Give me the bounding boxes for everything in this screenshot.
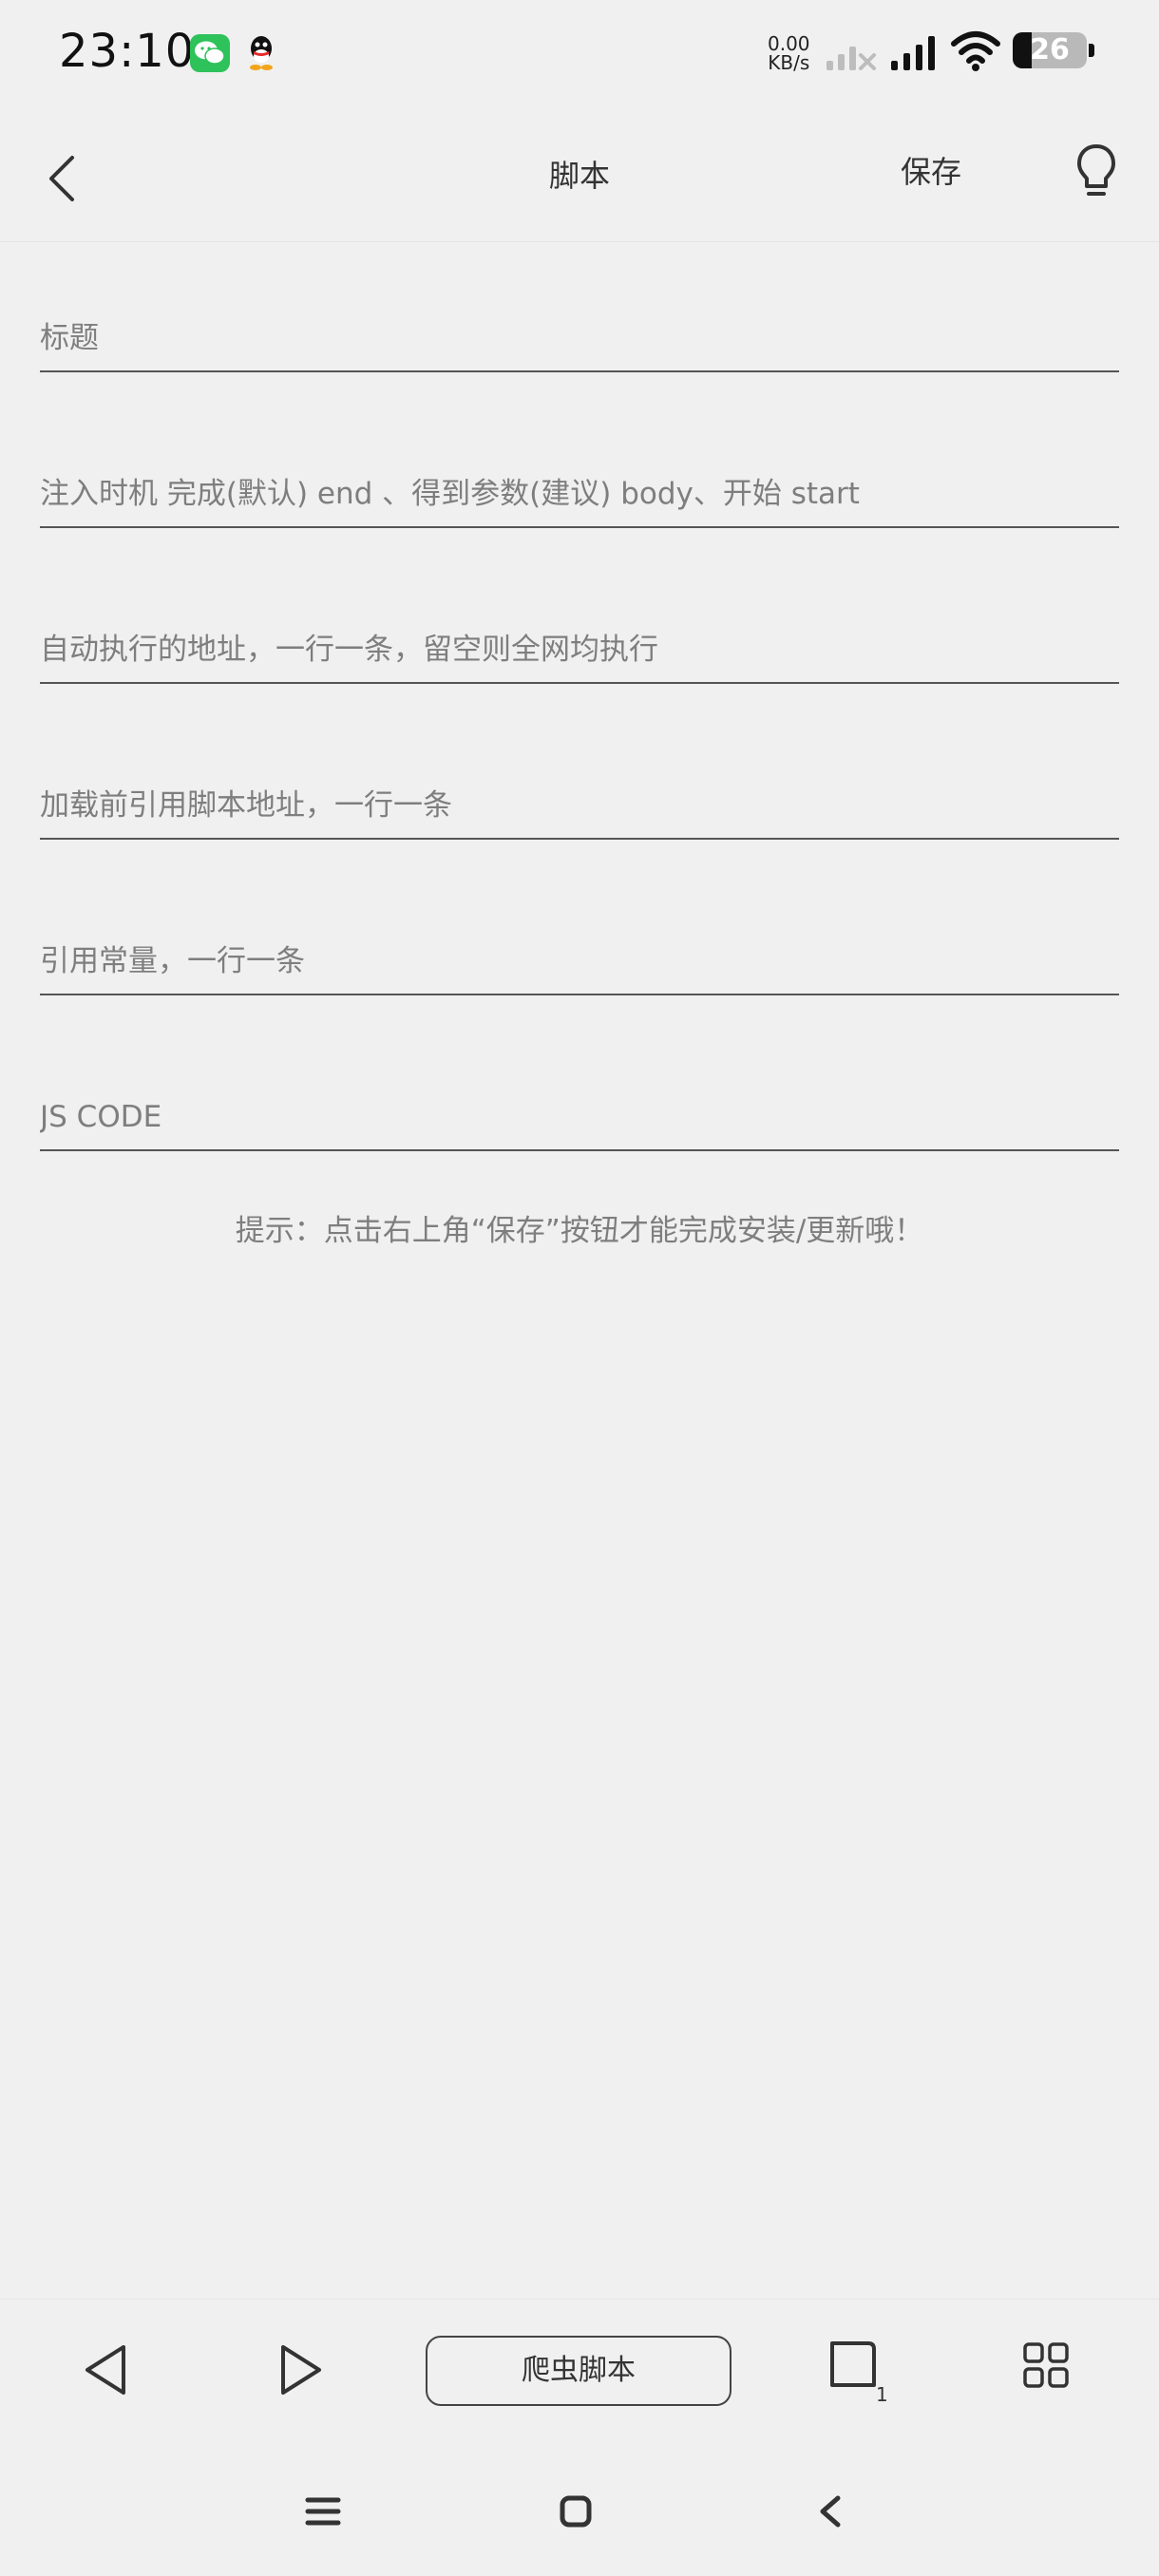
system-recents-button[interactable] <box>304 2494 342 2532</box>
title-field[interactable] <box>40 306 1119 372</box>
js-code-input[interactable] <box>40 1085 1119 1149</box>
triangle-left-icon <box>86 2345 125 2395</box>
system-home-button[interactable] <box>559 2494 593 2532</box>
system-nav-bar <box>0 2441 1159 2576</box>
back-button[interactable] <box>34 139 95 215</box>
system-back-button[interactable] <box>813 2492 847 2534</box>
auto-run-urls-field[interactable] <box>40 617 1119 684</box>
net-speed: 0.00 KB/s <box>768 34 810 72</box>
status-bar: 23:10 0.00 KB/s 26 <box>0 0 1159 104</box>
auto-run-urls-input[interactable] <box>40 617 1119 682</box>
signal-icon-sim2 <box>826 47 876 70</box>
toolbar: 脚本 保存 <box>0 104 1159 242</box>
status-time: 23:10 <box>59 25 196 78</box>
signal-icon <box>891 36 935 70</box>
constants-input[interactable] <box>40 929 1119 994</box>
tip-button[interactable] <box>1068 139 1125 205</box>
browser-bottom-bar: 爬虫脚本 1 <box>0 2299 1159 2441</box>
preload-scripts-input[interactable] <box>40 773 1119 838</box>
chevron-left-icon <box>820 2495 841 2528</box>
save-hint-text: 提示：点击右上角“保存”按钮才能完成安装/更新哦！ <box>235 1214 924 1248</box>
battery-icon: 26 <box>1013 32 1087 68</box>
wifi-icon <box>951 31 1000 71</box>
constants-field[interactable] <box>40 929 1119 995</box>
browser-forward-button[interactable] <box>277 2341 331 2402</box>
inject-timing-field[interactable] <box>40 462 1119 528</box>
battery-tip <box>1089 44 1094 57</box>
inject-timing-input[interactable] <box>40 462 1119 526</box>
preload-scripts-field[interactable] <box>40 773 1119 840</box>
browser-back-button[interactable] <box>80 2341 133 2402</box>
lightbulb-icon <box>1077 144 1115 196</box>
grid-icon <box>1023 2342 1069 2388</box>
net-speed-unit: KB/s <box>768 51 810 74</box>
screen: 23:10 0.00 KB/s 26 脚本 保存 标题 注入时机 完成(默认) … <box>0 0 1159 2576</box>
tab-count: 1 <box>876 2383 888 2406</box>
save-button[interactable]: 保存 <box>884 148 978 196</box>
page-title: 脚本 <box>548 158 610 194</box>
battery-level: 26 <box>1030 33 1070 66</box>
hamburger-icon <box>305 2497 341 2526</box>
square-home-icon <box>560 2495 592 2528</box>
net-speed-value: 0.00 <box>768 32 810 55</box>
title-input[interactable] <box>40 306 1119 370</box>
js-code-field[interactable] <box>40 1085 1119 1151</box>
wechat-icon <box>190 34 230 72</box>
triangle-right-icon <box>281 2345 321 2395</box>
crawler-script-button[interactable]: 爬虫脚本 <box>426 2336 732 2406</box>
chevron-left-icon <box>49 156 74 201</box>
menu-button[interactable] <box>1022 2341 1070 2389</box>
qq-icon <box>243 32 279 74</box>
